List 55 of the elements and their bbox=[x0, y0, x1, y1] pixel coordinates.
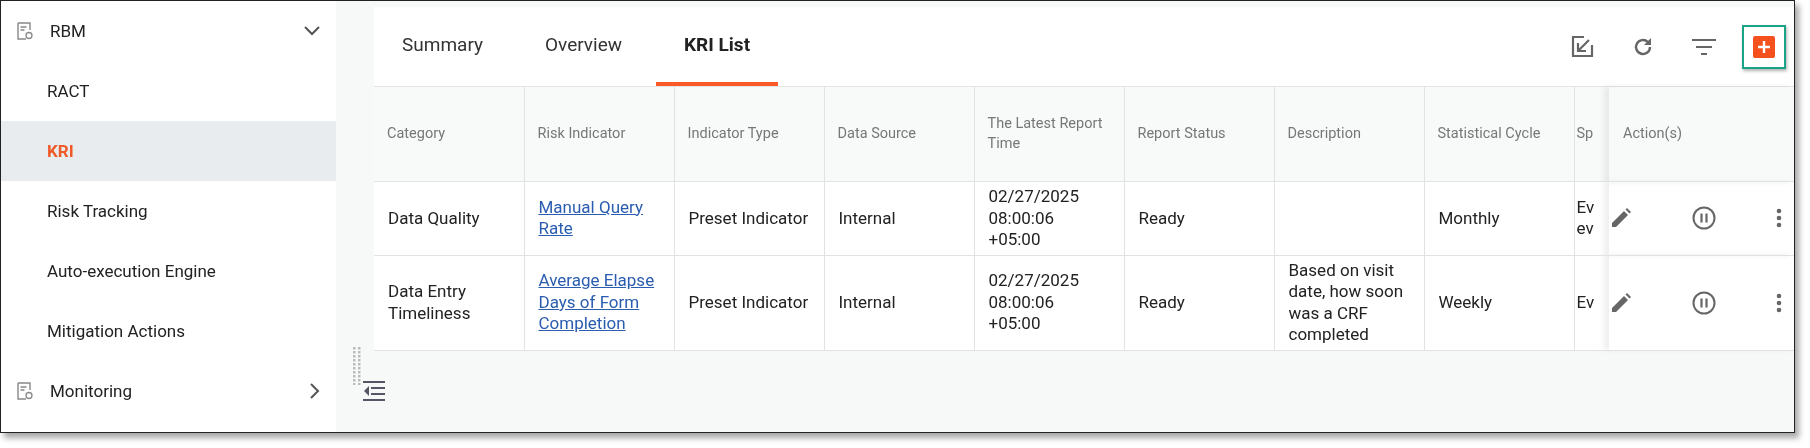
pencil-icon bbox=[1611, 292, 1631, 313]
add-button[interactable] bbox=[1742, 25, 1786, 69]
table-cell: Monthly bbox=[1438, 207, 1500, 228]
edit-button[interactable] bbox=[1611, 208, 1631, 229]
table-cell: Preset Indicator bbox=[688, 291, 809, 312]
table-cell: 02/27/2025 08:00:06 +05:00 bbox=[988, 270, 1079, 334]
column-header: Report Status bbox=[1124, 87, 1274, 182]
tab[interactable]: Summary bbox=[374, 7, 511, 86]
table-cell: Data Quality bbox=[388, 207, 480, 228]
table-cell: Ev bbox=[1576, 291, 1595, 312]
tab[interactable]: Overview bbox=[517, 7, 651, 86]
column-header: Risk Indicator bbox=[524, 87, 674, 182]
export-icon[interactable] bbox=[1569, 34, 1594, 59]
table-cell: Ready bbox=[1138, 291, 1185, 312]
sidebar-item[interactable]: Mitigation Actions bbox=[1, 301, 336, 361]
table-cell: Based on visit date, how soon was a CRF completed bbox=[1288, 259, 1404, 344]
pause-button[interactable] bbox=[1691, 206, 1716, 231]
pause-button[interactable] bbox=[1691, 290, 1716, 315]
table-cell: Ready bbox=[1138, 207, 1185, 228]
drag-handle-icon[interactable] bbox=[353, 347, 361, 385]
filter-icon[interactable] bbox=[1691, 38, 1716, 55]
more-icon bbox=[1776, 292, 1782, 313]
edit-button[interactable] bbox=[1611, 292, 1631, 313]
column-header: Description bbox=[1274, 87, 1424, 182]
sidebar-group[interactable]: RBM bbox=[1, 1, 336, 61]
more-icon bbox=[1776, 208, 1782, 229]
column-header: Indicator Type bbox=[674, 87, 824, 182]
table-cell: Data Entry Timeliness bbox=[388, 281, 471, 323]
plus-icon bbox=[1758, 41, 1770, 53]
table-cell: Internal bbox=[838, 291, 896, 312]
column-header: Action(s) bbox=[1609, 87, 1794, 182]
table-cell: 02/27/2025 08:00:06 +05:00 bbox=[988, 186, 1079, 249]
more-button[interactable] bbox=[1776, 208, 1782, 229]
column-header: Data Source bbox=[824, 87, 974, 182]
pause-icon bbox=[1691, 290, 1716, 315]
sidebar-item[interactable]: Auto-execution Engine bbox=[1, 241, 336, 301]
pencil-icon bbox=[1611, 208, 1631, 229]
column-header: The Latest Report Time bbox=[974, 87, 1124, 182]
sidebar-item[interactable]: Risk Tracking bbox=[1, 181, 336, 241]
table-cell: Ev ev bbox=[1576, 196, 1595, 239]
column-header: Sp bbox=[1574, 87, 1609, 182]
document-icon bbox=[17, 382, 33, 400]
table-cell: Internal bbox=[838, 207, 896, 228]
sidebar-item[interactable]: RACT bbox=[1, 61, 336, 121]
collapse-menu-icon[interactable] bbox=[363, 381, 385, 401]
sidebar-group[interactable]: Monitoring bbox=[1, 361, 336, 421]
more-button[interactable] bbox=[1776, 292, 1782, 313]
column-header: Category bbox=[374, 87, 524, 182]
document-icon bbox=[17, 22, 33, 40]
risk-indicator-link[interactable]: Average Elapse Days of Form Completion bbox=[538, 270, 660, 335]
risk-indicator-link[interactable]: Manual Query Rate bbox=[538, 196, 660, 240]
pause-icon bbox=[1691, 206, 1716, 231]
column-header: Statistical Cycle bbox=[1424, 87, 1574, 182]
table-cell: Weekly bbox=[1438, 291, 1493, 312]
table-cell: Preset Indicator bbox=[688, 207, 809, 228]
